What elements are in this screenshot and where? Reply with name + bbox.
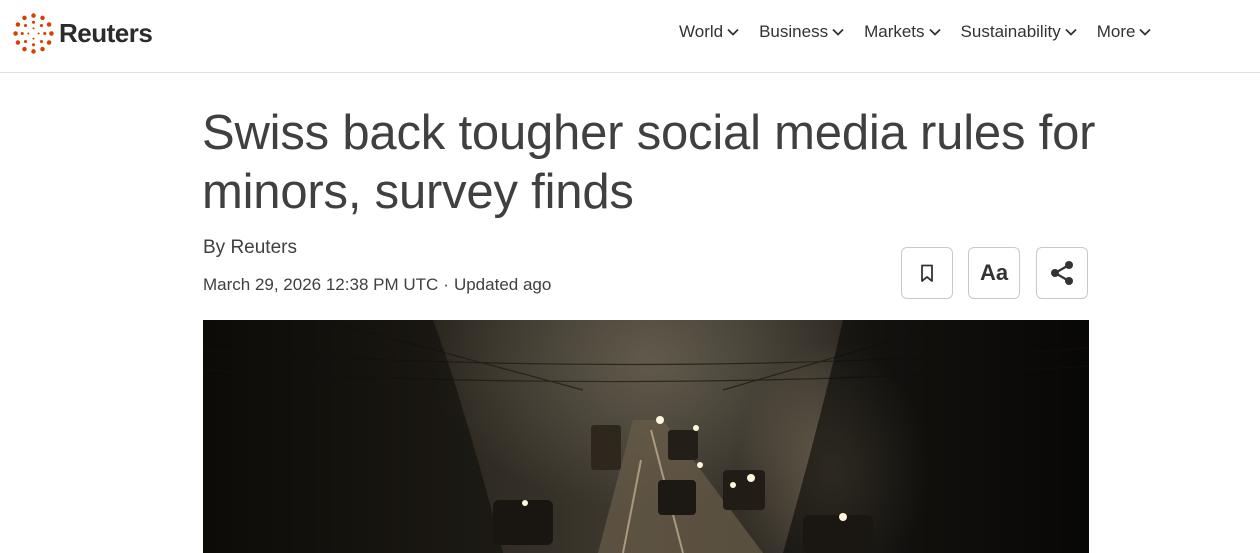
main-nav: World Business Markets Sustainability Mo… [679, 22, 1171, 42]
chevron-down-icon [1065, 28, 1077, 36]
article-headline: Swiss back tougher social media rules fo… [202, 106, 1096, 219]
text-size-label: Aa [979, 260, 1009, 285]
updated-label: Updated ago [453, 275, 552, 294]
chevron-down-icon [1139, 28, 1152, 36]
nav-item-sustainability[interactable]: Sustainability [961, 22, 1077, 42]
nav-item-label: More [1096, 22, 1136, 41]
dateline-separator: · [443, 275, 449, 294]
chevron-down-icon [928, 28, 941, 36]
hero-image [203, 320, 1089, 553]
nav-item-world[interactable]: World [679, 22, 739, 42]
nav-item-label: World [679, 22, 724, 41]
reuters-logo[interactable]: Reuters [13, 12, 153, 54]
share-icon [1051, 261, 1073, 285]
bookmark-icon [921, 264, 933, 282]
nav-item-more[interactable]: More [1097, 22, 1152, 42]
article-dateline: March 29, 2026 12:38 PM UTC · Updated ago [203, 275, 551, 295]
bookmark-button[interactable] [901, 247, 953, 299]
nav-item-label: Sustainability [960, 22, 1061, 41]
nav-item-label: Business [759, 22, 829, 41]
nav-item-business[interactable]: Business [759, 22, 844, 42]
site-header: Reuters World Business Markets Sustainab… [0, 0, 1260, 73]
street-scene [203, 320, 1089, 553]
nav-item-label: Markets [864, 22, 925, 41]
chevron-down-icon [727, 28, 739, 36]
chevron-down-icon [832, 28, 844, 36]
article-byline[interactable]: By Reuters [203, 237, 297, 259]
brand-name: Reuters [59, 17, 153, 48]
nav-item-markets[interactable]: Markets [864, 22, 941, 42]
publish-date: March 29, 2026 12:38 PM UTC [203, 275, 439, 294]
share-button[interactable] [1036, 247, 1088, 299]
text-size-button[interactable]: Aa [968, 247, 1020, 299]
reuters-logo-icon [13, 12, 54, 54]
